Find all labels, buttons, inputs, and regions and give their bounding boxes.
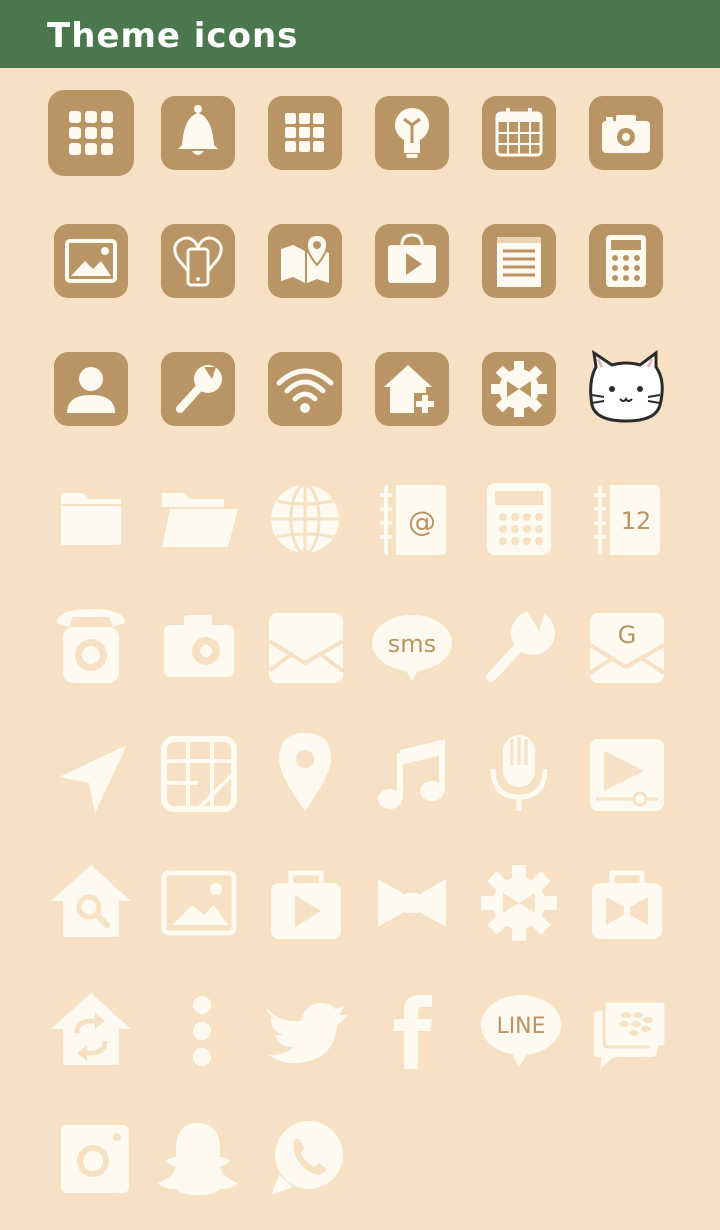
gmail-icon[interactable]: G — [582, 601, 670, 689]
apps-grid-icon[interactable] — [261, 89, 349, 177]
calculator-icon[interactable] — [475, 473, 563, 561]
bow-icon[interactable] — [368, 857, 456, 945]
play-store-icon[interactable] — [368, 217, 456, 305]
folder-open-icon[interactable] — [154, 473, 242, 561]
settings-gear-icon[interactable] — [475, 345, 563, 433]
apps-grid-icon[interactable] — [47, 89, 135, 177]
home-add-icon[interactable] — [368, 345, 456, 433]
gallery-icon[interactable] — [47, 217, 135, 305]
facebook-icon[interactable] — [368, 985, 456, 1073]
sms-label: sms — [388, 630, 436, 658]
wifi-icon[interactable] — [261, 345, 349, 433]
contact-icon[interactable] — [47, 345, 135, 433]
sms-icon[interactable]: sms — [368, 601, 456, 689]
bell-icon[interactable] — [154, 89, 242, 177]
map-icon[interactable] — [261, 217, 349, 305]
lightbulb-icon[interactable] — [368, 89, 456, 177]
globe-icon[interactable] — [261, 473, 349, 561]
cat-face-icon[interactable] — [582, 345, 670, 433]
twitter-icon[interactable] — [261, 985, 349, 1073]
calendar-book-number: 12 — [621, 507, 652, 535]
app-header: Theme icons — [0, 0, 720, 68]
wrench-icon[interactable] — [475, 601, 563, 689]
heart-phone-icon[interactable] — [154, 217, 242, 305]
settings-gear-icon[interactable] — [475, 857, 563, 945]
location-pin-icon[interactable] — [261, 729, 349, 817]
music-icon[interactable] — [368, 729, 456, 817]
home-search-icon[interactable] — [47, 857, 135, 945]
shop-bag-icon[interactable] — [582, 857, 670, 945]
line-label: LINE — [496, 1014, 545, 1039]
email-contacts-at: @ — [408, 505, 436, 538]
whatsapp-icon[interactable] — [261, 1113, 349, 1201]
email-contacts-icon[interactable]: @ — [368, 473, 456, 561]
camera-icon[interactable] — [582, 89, 670, 177]
blackberry-icon[interactable] — [582, 985, 670, 1073]
page-title: Theme icons — [47, 16, 299, 56]
camera-icon[interactable] — [154, 601, 242, 689]
calendar-book-icon[interactable]: 12 — [582, 473, 670, 561]
folder-icon[interactable] — [47, 473, 135, 561]
navigation-icon[interactable] — [47, 729, 135, 817]
mail-icon[interactable] — [261, 601, 349, 689]
phone-icon[interactable] — [47, 601, 135, 689]
notes-icon[interactable] — [475, 217, 563, 305]
calendar-icon[interactable] — [475, 89, 563, 177]
microphone-icon[interactable] — [475, 729, 563, 817]
wrench-icon[interactable] — [154, 345, 242, 433]
play-bag-icon[interactable] — [261, 857, 349, 945]
gallery-icon[interactable] — [154, 857, 242, 945]
video-player-icon[interactable] — [582, 729, 670, 817]
snapchat-icon[interactable] — [154, 1113, 242, 1201]
maps-icon[interactable] — [154, 729, 242, 817]
calculator-icon[interactable] — [582, 217, 670, 305]
home-sync-icon[interactable] — [47, 985, 135, 1073]
more-dots-icon[interactable] — [154, 985, 242, 1073]
gmail-letter: G — [618, 621, 637, 649]
instagram-icon[interactable] — [47, 1113, 135, 1201]
line-icon[interactable]: LINE — [475, 985, 563, 1073]
